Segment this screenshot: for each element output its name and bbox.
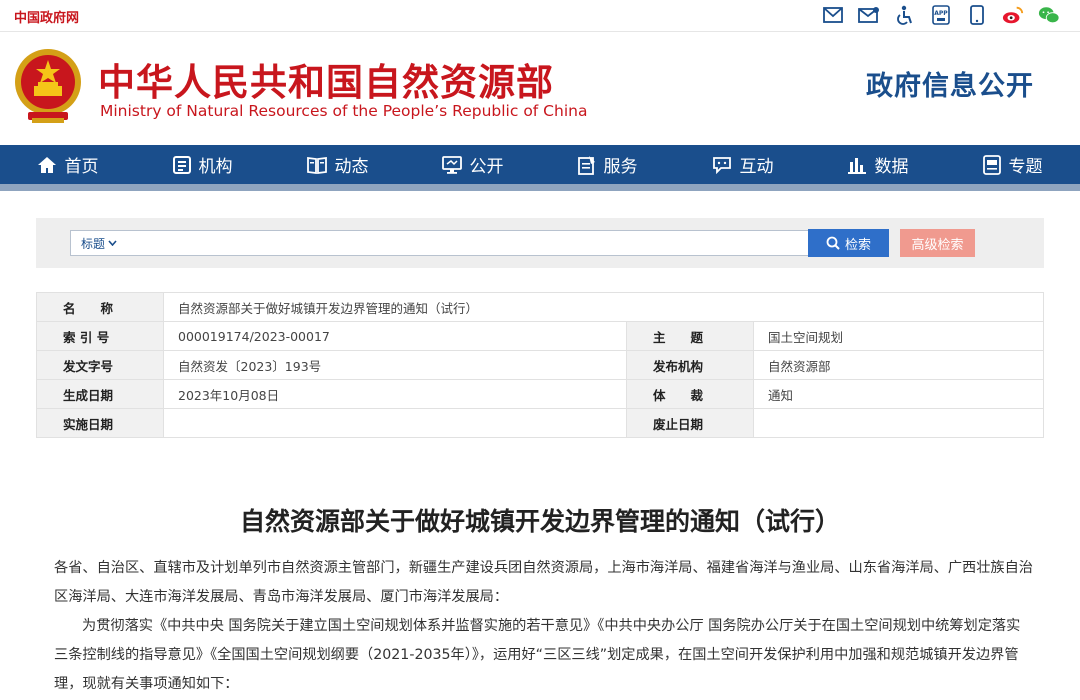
search-bar: 标题 检索 高级检索 xyxy=(36,218,1044,268)
meta-value: 2023年10月08日 xyxy=(163,379,627,409)
meta-label: 主 题 xyxy=(626,321,754,351)
meta-value xyxy=(163,408,627,438)
nav-label: 机构 xyxy=(198,157,233,177)
search-field-label: 标题 xyxy=(81,236,106,251)
meta-label: 名 称 xyxy=(36,292,164,322)
advanced-search-button[interactable]: 高级检索 xyxy=(900,229,975,257)
chevron-down-icon xyxy=(108,240,117,246)
site-header: 中华人民共和国自然资源部 Ministry of Natural Resourc… xyxy=(0,32,1080,145)
document-meta-table: 名 称 自然资源部关于做好城镇开发边界管理的通知（试行） 索 引 号 00001… xyxy=(36,292,1044,438)
table-row: 发文字号 自然资发〔2023〕193号 发布机构 自然资源部 xyxy=(36,350,1044,380)
meta-value xyxy=(753,408,1044,438)
site-subtitle: Ministry of Natural Resources of the Peo… xyxy=(100,102,588,120)
weibo-icon[interactable] xyxy=(1002,4,1024,26)
table-row: 生成日期 2023年10月08日 体 裁 通知 xyxy=(36,379,1044,409)
nav-item-interaction[interactable]: 互动 xyxy=(675,145,810,184)
nav-item-topic[interactable]: 专题 xyxy=(945,145,1080,184)
table-row: 索 引 号 000019174/2023-00017 主 题 国土空间规划 xyxy=(36,321,1044,351)
meta-value: 自然资源部 xyxy=(753,350,1044,380)
mobile-icon[interactable] xyxy=(966,4,988,26)
nav-label: 数据 xyxy=(874,157,909,177)
chat-icon xyxy=(712,156,731,174)
nav-item-news[interactable]: 动态 xyxy=(270,145,405,184)
home-icon xyxy=(37,156,56,173)
news-icon xyxy=(306,156,327,174)
meta-label: 索 引 号 xyxy=(36,321,164,351)
nav-item-service[interactable]: 服务 xyxy=(540,145,675,184)
disclosure-icon xyxy=(441,155,462,174)
nav-item-org[interactable]: 机构 xyxy=(135,145,270,184)
section-title[interactable]: 政府信息公开 xyxy=(866,64,1034,103)
wechat-icon[interactable] xyxy=(1038,4,1060,26)
accessibility-icon[interactable] xyxy=(894,4,916,26)
topic-icon xyxy=(982,154,1001,175)
meta-label: 实施日期 xyxy=(36,408,164,438)
svg-text:APP: APP xyxy=(934,10,948,17)
nav-label: 动态 xyxy=(334,157,369,177)
chart-icon xyxy=(847,157,866,174)
top-icon-group: APP xyxy=(822,4,1060,26)
meta-value: 通知 xyxy=(753,379,1044,409)
nav-label: 专题 xyxy=(1008,157,1043,177)
meta-label: 体 裁 xyxy=(626,379,754,409)
national-emblem-icon xyxy=(15,49,81,123)
email-icon[interactable] xyxy=(822,4,844,26)
article-paragraph: 为贯彻落实《中共中央 国务院关于建立国土空间规划体系并监督实施的若干意见》《中共… xyxy=(54,618,1021,692)
meta-value: 自然资发〔2023〕193号 xyxy=(163,350,627,380)
app-icon[interactable]: APP xyxy=(930,4,952,26)
search-field-dropdown[interactable]: 标题 xyxy=(71,235,125,252)
meta-label: 废止日期 xyxy=(626,408,754,438)
nav-label: 互动 xyxy=(739,157,774,177)
org-icon xyxy=(172,155,191,174)
site-title: 中华人民共和国自然资源部 xyxy=(98,61,554,104)
nav-label: 服务 xyxy=(603,157,638,177)
nav-item-data[interactable]: 数据 xyxy=(810,145,945,184)
article-paragraph: 各省、自治区、直辖市及计划单列市自然资源主管部门，新疆生产建设兵团自然资源局，上… xyxy=(54,560,1033,605)
meta-label: 发布机构 xyxy=(626,350,754,380)
meta-value: 国土空间规划 xyxy=(753,321,1044,351)
mailbox-icon[interactable] xyxy=(858,4,880,26)
meta-value: 000019174/2023-00017 xyxy=(163,321,627,351)
search-button[interactable]: 检索 xyxy=(808,229,889,257)
table-row: 实施日期 废止日期 xyxy=(36,408,1044,438)
meta-label: 生成日期 xyxy=(36,379,164,409)
search-button-label: 检索 xyxy=(844,237,871,253)
search-box: 标题 xyxy=(70,230,837,256)
table-row: 名 称 自然资源部关于做好城镇开发边界管理的通知（试行） xyxy=(36,292,1044,322)
nav-item-home[interactable]: 首页 xyxy=(0,145,135,184)
nav-label: 首页 xyxy=(64,157,99,177)
nav-label: 公开 xyxy=(469,157,504,177)
service-icon xyxy=(577,155,595,175)
main-nav: 首页 机构 动态 公开 服务 互动 数据 专题 xyxy=(0,145,1080,191)
nav-item-disclosure[interactable]: 公开 xyxy=(405,145,540,184)
meta-value: 自然资源部关于做好城镇开发边界管理的通知（试行） xyxy=(163,292,1044,322)
document-title: 自然资源部关于做好城镇开发边界管理的通知（试行） xyxy=(239,507,840,536)
search-icon xyxy=(826,236,840,250)
search-input[interactable] xyxy=(125,231,836,255)
gov-portal-link[interactable]: 中国政府网 xyxy=(14,7,79,26)
meta-label: 发文字号 xyxy=(36,350,164,380)
top-bar: 中国政府网 APP xyxy=(0,0,1080,32)
